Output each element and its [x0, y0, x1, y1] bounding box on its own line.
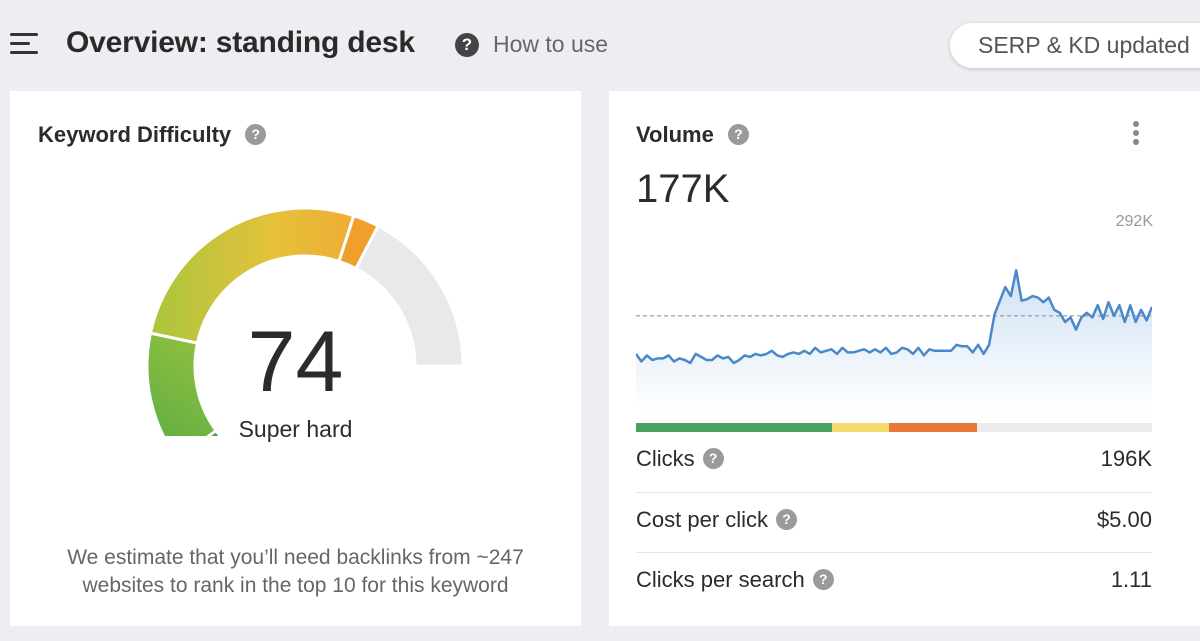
help-icon[interactable]: ?	[776, 509, 798, 531]
clicks-distribution-segment	[832, 423, 889, 432]
volume-card: Volume ? 177K 292K Clicks? 196K Cost per…	[609, 91, 1200, 626]
backlinks-estimate-note: We estimate that you’ll need backlinks f…	[67, 546, 524, 597]
keyword-difficulty-title: Keyword Difficulty ?	[38, 122, 267, 148]
clicks-label: Clicks?	[636, 446, 724, 472]
keyword-difficulty-title-text: Keyword Difficulty	[38, 122, 232, 147]
clicks-per-search-label-text: Clicks per search	[636, 567, 805, 592]
serp-kd-updated-button[interactable]: SERP & KD updated	[950, 23, 1200, 68]
cost-per-click-row: Cost per click? $5.00	[636, 492, 1152, 552]
cost-per-click-value: $5.00	[1096, 507, 1152, 532]
clicks-distribution-segment	[888, 423, 977, 432]
page-title: Overview: standing desk	[66, 26, 415, 59]
search-volume-value: 177K	[636, 167, 730, 211]
menu-icon[interactable]	[10, 33, 38, 55]
clicks-label-text: Clicks	[636, 446, 695, 471]
volume-trend-area	[636, 270, 1152, 411]
top-bar: Overview: standing desk ? How to use SER…	[0, 0, 1200, 90]
help-icon[interactable]: ?	[727, 124, 749, 146]
question-circle-icon[interactable]: ?	[455, 33, 479, 57]
help-icon[interactable]: ?	[245, 124, 267, 146]
chart-max-label: 292K	[1115, 213, 1153, 230]
clicks-value: 196K	[1100, 446, 1152, 471]
clicks-per-search-value: 1.11	[1110, 567, 1152, 592]
clicks-per-search-row: Clicks per search? 1.11	[636, 552, 1152, 612]
more-options-icon[interactable]	[1131, 121, 1141, 149]
clicks-distribution-segment	[976, 423, 1152, 432]
keyword-difficulty-card: Keyword Difficulty ? 74 Super hard We es…	[10, 91, 581, 626]
help-icon[interactable]: ?	[702, 448, 724, 470]
volume-trend-chart	[636, 269, 1152, 411]
clicks-row: Clicks? 196K	[636, 432, 1152, 492]
clicks-distribution-bar	[636, 423, 1152, 432]
cost-per-click-label: Cost per click?	[636, 507, 798, 533]
help-icon[interactable]: ?	[812, 569, 834, 591]
volume-title-text: Volume	[636, 122, 714, 147]
clicks-per-search-label: Clicks per search?	[636, 567, 834, 593]
clicks-distribution-segment	[636, 423, 833, 432]
difficulty-label: Super hard	[238, 416, 353, 442]
volume-title: Volume ?	[636, 122, 749, 148]
cost-per-click-label-text: Cost per click	[636, 507, 769, 532]
how-to-use-link[interactable]: How to use	[493, 31, 608, 58]
difficulty-score: 74	[247, 314, 344, 410]
